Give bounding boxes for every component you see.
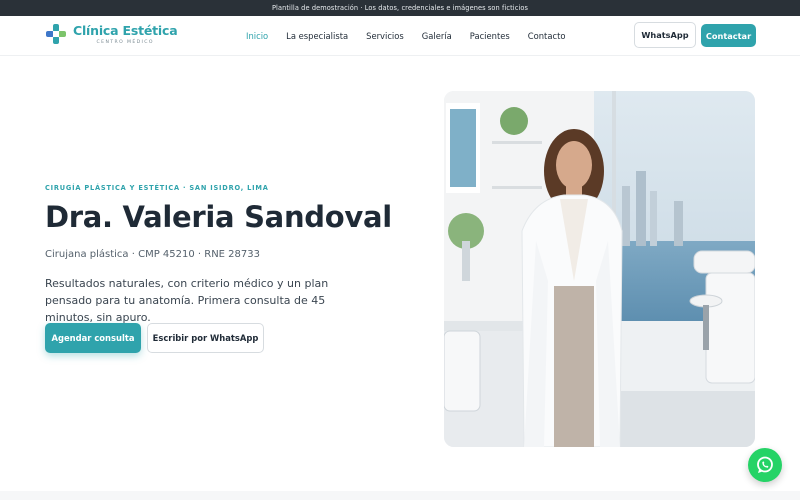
- next-section-edge: [0, 491, 800, 500]
- demo-banner: Plantilla de demostración · Los datos, c…: [0, 0, 800, 16]
- demo-banner-text: Plantilla de demostración · Los datos, c…: [271, 4, 529, 12]
- nav-inicio[interactable]: Inicio: [246, 31, 268, 41]
- hero-description: Resultados naturales, con criterio médic…: [45, 277, 329, 324]
- nav-la-especialista[interactable]: La especialista: [286, 31, 348, 41]
- nav-contacto[interactable]: Contacto: [528, 31, 566, 41]
- medical-cross-icon: [45, 23, 67, 45]
- site-header: Clínica Estética CENTRO MÉDICO Inicio La…: [0, 16, 800, 56]
- hero-credentials: Cirujana plástica · CMP 45210 · RNE 2873…: [45, 249, 260, 260]
- header-whatsapp-button[interactable]: WhatsApp: [634, 22, 696, 48]
- brand-name: Clínica Estética: [73, 22, 178, 38]
- nav-galeria[interactable]: Galería: [422, 31, 452, 41]
- doctor-in-clinic-photo: [444, 91, 755, 447]
- main-nav: Inicio La especialista Servicios Galería…: [246, 16, 583, 56]
- header-contact-button[interactable]: Contactar: [701, 24, 756, 47]
- nav-pacientes[interactable]: Pacientes: [470, 31, 510, 41]
- write-whatsapp-button[interactable]: Escribir por WhatsApp: [147, 323, 264, 353]
- brand-logo[interactable]: Clínica Estética CENTRO MÉDICO: [45, 22, 178, 45]
- floating-whatsapp-button[interactable]: [748, 448, 782, 482]
- hero-eyebrow: CIRUGÍA PLÁSTICA Y ESTÉTICA · SAN ISIDRO…: [45, 184, 269, 192]
- book-consultation-button[interactable]: Agendar consulta: [45, 323, 141, 353]
- brand-tagline: CENTRO MÉDICO: [96, 39, 154, 45]
- hero-title: Dra. Valeria Sandoval: [45, 200, 392, 234]
- nav-servicios[interactable]: Servicios: [366, 31, 404, 41]
- whatsapp-icon: [757, 456, 773, 473]
